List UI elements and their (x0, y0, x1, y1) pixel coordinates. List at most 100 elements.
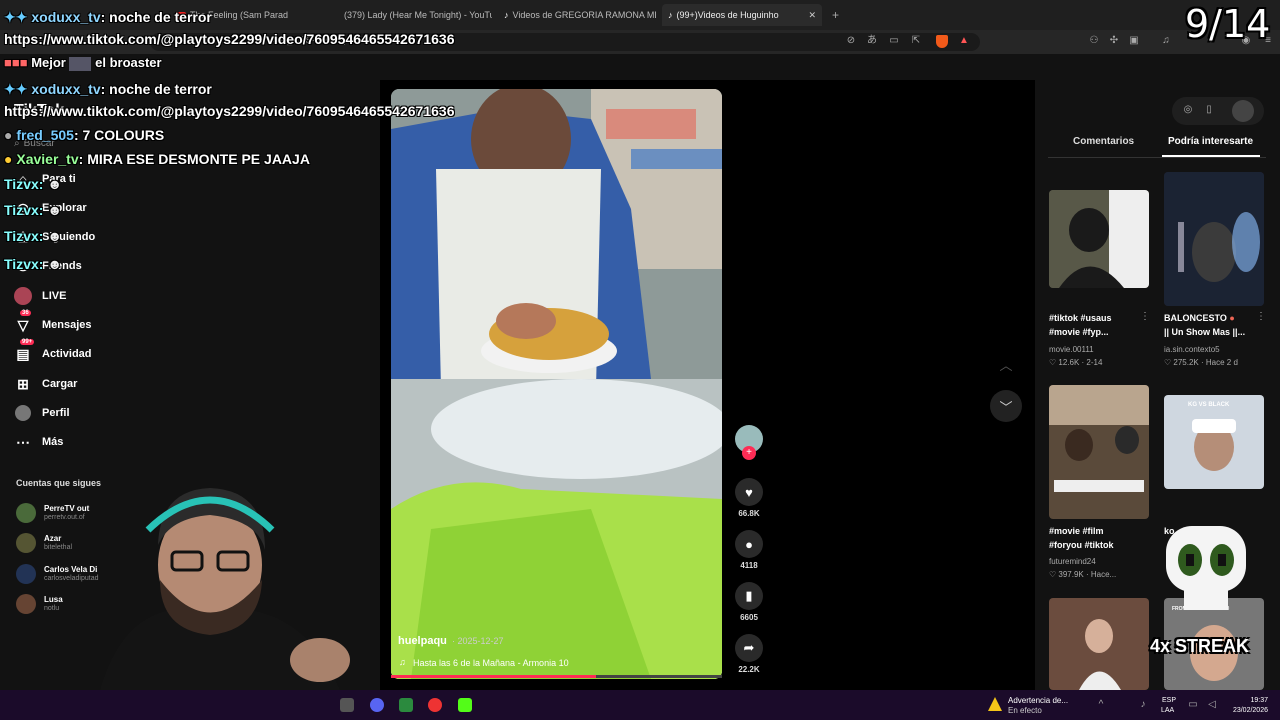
comment-icon: ● (735, 530, 763, 558)
avatar[interactable] (1232, 100, 1254, 122)
recommended-thumbnail[interactable] (1049, 190, 1149, 288)
taskbar (0, 690, 1280, 720)
tab-tiktok-huguinho[interactable]: ♪ (99+)Videos de Huguinho ✕ (662, 4, 822, 26)
badge-icon: ✦✦ (4, 81, 28, 97)
more-options-icon[interactable]: ⋮ (1256, 311, 1266, 322)
recommended-caption[interactable]: #tiktok #usaus #movie #fyp... (1049, 312, 1139, 339)
followed-account[interactable]: Lusa notlu (16, 591, 63, 617)
badge-icon: ✦✦ (4, 9, 28, 25)
rewards-icon[interactable]: ▲ (958, 35, 970, 47)
skull-emote-icon: ☻ (47, 228, 63, 244)
like-button[interactable]: ♥ 66.8K (734, 478, 764, 518)
video-progress-fill (391, 675, 597, 678)
tiktok-icon: ♪ (668, 10, 673, 20)
recommended-thumbnail[interactable] (1049, 598, 1149, 690)
next-video-button[interactable]: ﹀ (990, 390, 1022, 422)
follow-plus-icon[interactable]: + (742, 446, 756, 460)
recommended-thumbnail[interactable] (1049, 385, 1149, 519)
recommended-caption[interactable]: BALONCESTO ● || Un Show Mas ||... (1164, 312, 1256, 339)
goal-counter: 9/14 (1185, 2, 1271, 46)
video-player[interactable] (391, 89, 722, 679)
tray-chevron-icon[interactable]: ^ (1095, 699, 1107, 711)
language-layout: LAA (1161, 707, 1175, 714)
chevron-down-icon: ﹀ (999, 399, 1013, 415)
share-icon[interactable]: ⇱ (910, 35, 922, 47)
thumbnail-label: KG VS BLACK (1188, 402, 1230, 408)
share-button[interactable]: ➦ 22.2K (734, 634, 764, 674)
tab-youtube-2[interactable]: (379) Lady (Hear Me Tonight) - YouTu (334, 4, 492, 26)
save-button[interactable]: ▮ 6605 (734, 582, 764, 622)
chat-message: Tizvx: ☻ (4, 202, 63, 218)
video-progress-bar[interactable] (391, 675, 722, 678)
reader-icon[interactable]: ⊘ (845, 35, 857, 47)
volume-icon[interactable]: ◁ (1206, 699, 1218, 711)
extension-icon[interactable]: ⚇ (1088, 35, 1100, 47)
tab-divider (1048, 157, 1266, 158)
media-icon[interactable]: ♫ (1160, 35, 1172, 47)
sidebar-item-mas[interactable]: ⋯ Más (14, 431, 63, 453)
recommended-stats: ♡ 12.6K · 2-14 (1049, 358, 1103, 367)
bookmark-icon: ▮ (735, 582, 763, 610)
app-icon[interactable] (340, 698, 354, 712)
previous-video-button[interactable]: ︿ (990, 348, 1022, 380)
sidebar-item-perfil[interactable]: Perfil (14, 402, 70, 424)
network-icon[interactable]: ▭ (1187, 699, 1199, 711)
tab-comentarios[interactable]: Comentarios (1073, 136, 1134, 147)
mic-icon[interactable]: ♪ (1137, 699, 1149, 711)
video-song[interactable]: Hasta las 6 de la Mañana - Armonia 10 (413, 658, 569, 668)
share-arrow-icon: ➦ (735, 634, 763, 662)
sidebar-item-live[interactable]: LIVE (14, 285, 66, 307)
streak-skull-icon (1158, 520, 1254, 616)
recommended-author[interactable]: futuremind24 (1049, 557, 1096, 566)
new-tab-icon[interactable]: + (826, 4, 842, 26)
language-indicator[interactable]: ESP (1162, 697, 1176, 704)
sidebar-item-actividad[interactable]: ▤ 99+ Actividad (14, 339, 92, 365)
discord-icon[interactable] (370, 698, 384, 712)
wallet-icon[interactable]: ▣ (1128, 35, 1140, 47)
profile-icon (14, 404, 32, 422)
warning-title[interactable]: Advertencia de... (1008, 696, 1068, 705)
badge-icon: ● (4, 151, 13, 167)
close-tab-icon[interactable]: ✕ (808, 10, 816, 21)
emote-icon (69, 56, 92, 71)
translate-icon[interactable]: あ (866, 35, 878, 47)
app-icon[interactable] (399, 698, 413, 712)
chat-message: https://www.tiktok.com/@playtoys2299/vid… (4, 31, 455, 47)
more-options-icon[interactable]: ⋮ (1140, 311, 1150, 322)
puzzle-icon[interactable]: ✣ (1108, 35, 1120, 47)
tab-podria-interesarte[interactable]: Podría interesarte (1168, 136, 1253, 147)
settings-icon[interactable]: ◎ (1182, 104, 1194, 116)
kick-icon[interactable] (458, 698, 472, 712)
music-note-icon: ♫ (399, 657, 406, 667)
creator-avatar[interactable]: + (734, 425, 764, 460)
recommended-author[interactable]: ia.sin.contexto5 (1164, 345, 1220, 354)
clock-time[interactable]: 19:37 (1228, 697, 1268, 704)
streak-counter: 4x STREAK (1150, 636, 1250, 656)
comment-button[interactable]: ● 4118 (734, 530, 764, 570)
chat-message: ✦✦ xoduxx_tv: noche de terror (4, 81, 212, 97)
device-icon[interactable]: ▯ (1203, 104, 1215, 116)
sidebar-item-cargar[interactable]: ⊞ Cargar (14, 373, 77, 395)
avatar (16, 594, 36, 614)
heart-icon: ♥ (735, 478, 763, 506)
recommended-stats: ♡ 275.2K · Hace 2 d (1164, 358, 1238, 367)
tab-tiktok-gregoria[interactable]: ♪ Videos de GREGORIA RAMONA MEJ (498, 4, 656, 26)
chevron-up-icon: ︿ (999, 357, 1013, 373)
recommended-author[interactable]: movie.00111 (1049, 345, 1094, 354)
skull-emote-icon: ☻ (47, 202, 63, 218)
recommended-thumbnail[interactable]: KG VS BLACK (1164, 395, 1264, 489)
tab-active-indicator (1162, 155, 1260, 157)
warning-subtitle: En efecto (1008, 706, 1042, 715)
activity-icon: ▤ 99+ (16, 339, 35, 362)
brave-shield-icon[interactable] (936, 35, 948, 48)
video-date: · 2025-12-27 (452, 636, 504, 646)
app-icon[interactable] (428, 698, 442, 712)
skull-emote-icon: ☻ (47, 256, 63, 272)
avatar (16, 564, 36, 584)
recommended-thumbnail[interactable] (1164, 172, 1264, 306)
sidebar-item-mensajes[interactable]: ▽ 36 Mensajes (14, 310, 92, 336)
more-icon: ⋯ (16, 433, 30, 450)
recommended-caption[interactable]: #movie #film #foryou #tiktok (1049, 525, 1141, 552)
video-author[interactable]: huelpaqu (398, 635, 447, 647)
cast-icon[interactable]: ▭ (888, 35, 900, 47)
